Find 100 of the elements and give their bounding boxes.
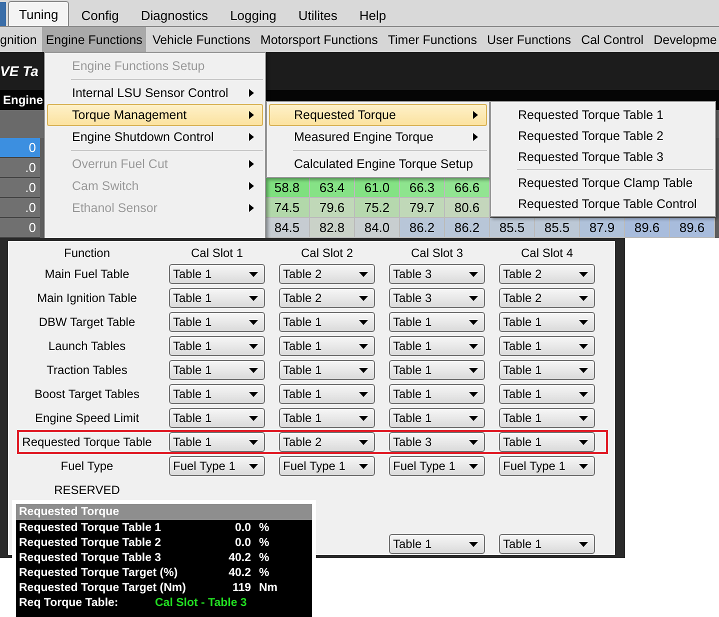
table-dropdown[interactable]: Table 1 bbox=[169, 288, 265, 308]
function-label: Engine Speed Limit bbox=[34, 411, 140, 425]
axis-cell: 0 bbox=[0, 218, 40, 238]
menu-bar-item[interactable]: Vehicle Functions bbox=[148, 27, 254, 52]
table-dropdown[interactable]: Table 1 bbox=[169, 264, 265, 284]
table-dropdown[interactable]: Table 1 bbox=[499, 360, 595, 380]
menu-bar-item[interactable]: Cal Control bbox=[577, 27, 648, 52]
table-dropdown[interactable]: Table 1 bbox=[169, 384, 265, 404]
menu-item[interactable]: Measured Engine Torque bbox=[269, 126, 487, 148]
table-dropdown[interactable]: Table 1 bbox=[499, 432, 595, 452]
table-dropdown[interactable]: Table 1 bbox=[499, 384, 595, 404]
table-dropdown[interactable]: Table 1 bbox=[279, 384, 375, 404]
caret-icon bbox=[579, 392, 588, 396]
tab[interactable]: Diagnostics bbox=[130, 4, 218, 26]
table-dropdown[interactable]: Table 3 bbox=[389, 288, 485, 308]
table-dropdown[interactable]: Fuel Type 1 bbox=[499, 456, 595, 476]
function-label: DBW Target Table bbox=[38, 315, 136, 329]
table-dropdown[interactable]: Table 2 bbox=[499, 288, 595, 308]
table-dropdown[interactable]: Table 1 bbox=[389, 384, 485, 404]
caret-icon bbox=[469, 392, 478, 396]
table-dropdown[interactable]: Table 2 bbox=[279, 288, 375, 308]
menu-item[interactable]: Calculated Engine Torque Setup bbox=[269, 153, 487, 175]
caret-icon bbox=[469, 368, 478, 372]
table-dropdown[interactable]: Table 1 bbox=[389, 360, 485, 380]
table-dropdown[interactable]: Fuel Type 1 bbox=[389, 456, 485, 476]
menu-item[interactable]: Torque Management bbox=[47, 104, 263, 126]
tab[interactable]: Utilites bbox=[288, 4, 348, 26]
menu-bar-item[interactable]: User Functions bbox=[483, 27, 576, 52]
table-dropdown[interactable]: Table 2 bbox=[499, 264, 595, 284]
menu-item[interactable]: Requested Torque bbox=[269, 104, 487, 126]
table-dropdown[interactable]: Table 1 bbox=[389, 312, 485, 332]
table-dropdown[interactable]: Table 1 bbox=[499, 312, 595, 332]
axis-cell: 0 bbox=[0, 138, 40, 158]
table-cell: 80.6 bbox=[445, 198, 490, 218]
table-dropdown[interactable]: Table 2 bbox=[279, 432, 375, 452]
table-dropdown[interactable]: Table 1 bbox=[499, 336, 595, 356]
caret-icon bbox=[359, 368, 368, 372]
caret-icon bbox=[359, 416, 368, 420]
menu-item[interactable]: Requested Torque Table 3 bbox=[493, 146, 713, 167]
table-dropdown[interactable]: Table 1 bbox=[279, 408, 375, 428]
caret-icon bbox=[359, 272, 368, 276]
menu-bar-item[interactable]: Developme bbox=[650, 27, 719, 52]
table-dropdown[interactable]: Table 1 bbox=[499, 534, 595, 554]
table-dropdown[interactable]: Table 1 bbox=[389, 534, 485, 554]
menu-item[interactable]: Requested Torque Table 1 bbox=[493, 104, 713, 125]
table-cell: 79.7 bbox=[400, 198, 445, 218]
menu-item[interactable]: Engine Shutdown Control bbox=[47, 126, 263, 148]
caret-icon bbox=[359, 296, 368, 300]
table-dropdown[interactable]: Table 1 bbox=[499, 408, 595, 428]
readout-unit: % bbox=[258, 552, 270, 564]
readout-value: 0.0 bbox=[234, 536, 251, 548]
caret-icon bbox=[469, 296, 478, 300]
menu-bar-item[interactable]: gnition bbox=[0, 27, 41, 52]
table-dropdown[interactable]: Table 1 bbox=[169, 408, 265, 428]
menu-bar-item[interactable]: Timer Functions bbox=[384, 27, 481, 52]
menu-bar-item[interactable]: Motorsport Functions bbox=[256, 27, 382, 52]
readout-label: Requested Torque Table 2 bbox=[19, 536, 162, 548]
panel-title: Requested Torque bbox=[16, 504, 312, 520]
table-dropdown[interactable]: Table 1 bbox=[389, 336, 485, 356]
table-dropdown[interactable]: Fuel Type 1 bbox=[279, 456, 375, 476]
function-label: Main Fuel Table bbox=[44, 267, 130, 281]
tab[interactable]: Config bbox=[71, 4, 129, 26]
caret-icon bbox=[469, 542, 478, 546]
table-dropdown[interactable]: Fuel Type 1 bbox=[169, 456, 265, 476]
table-dropdown[interactable]: Table 2 bbox=[279, 264, 375, 284]
menu-item[interactable]: Requested Torque Clamp Table bbox=[493, 172, 713, 193]
menu-item[interactable]: Internal LSU Sensor Control bbox=[47, 82, 263, 104]
caret-icon bbox=[469, 464, 478, 468]
readout-label: Requested Torque Target (%) bbox=[19, 566, 179, 578]
function-label: Boost Target Tables bbox=[34, 387, 140, 401]
table-cell: 89.6 bbox=[625, 218, 670, 238]
caret-icon bbox=[579, 368, 588, 372]
menu-item[interactable]: Requested Torque Table 2 bbox=[493, 125, 713, 146]
table-dropdown[interactable]: Table 1 bbox=[279, 360, 375, 380]
caret-icon bbox=[579, 542, 588, 546]
table-dropdown[interactable]: Table 1 bbox=[169, 336, 265, 356]
table-dropdown[interactable]: Table 1 bbox=[169, 360, 265, 380]
readout-value: 119 bbox=[231, 582, 251, 594]
table-dropdown[interactable]: Table 1 bbox=[389, 408, 485, 428]
caret-icon bbox=[249, 440, 258, 444]
table-dropdown[interactable]: Table 1 bbox=[169, 432, 265, 452]
menu-item[interactable]: Requested Torque Table Control bbox=[493, 193, 713, 214]
table-dropdown[interactable]: Table 3 bbox=[389, 264, 485, 284]
readout-label: Requested Torque Table 1 bbox=[19, 522, 162, 534]
table-dropdown[interactable]: Table 3 bbox=[389, 432, 485, 452]
table-cell: 84.5 bbox=[265, 218, 310, 238]
submenu-arrow-icon bbox=[249, 133, 254, 141]
table-dropdown[interactable]: Table 1 bbox=[279, 312, 375, 332]
view-title: VE Ta bbox=[0, 63, 38, 79]
table-cell: 85.5 bbox=[535, 218, 580, 238]
menu-bar-item[interactable]: Engine Functions bbox=[42, 27, 146, 52]
table-dropdown[interactable]: Table 1 bbox=[279, 336, 375, 356]
table-cell: 61.0 bbox=[355, 178, 400, 198]
function-label: Traction Tables bbox=[46, 363, 128, 377]
tab[interactable]: Tuning bbox=[8, 1, 70, 26]
tab[interactable]: Help bbox=[349, 4, 396, 26]
tab[interactable]: Logging bbox=[220, 4, 286, 26]
table-dropdown[interactable]: Table 1 bbox=[169, 312, 265, 332]
function-label: RESERVED bbox=[53, 483, 121, 497]
caret-icon bbox=[469, 344, 478, 348]
